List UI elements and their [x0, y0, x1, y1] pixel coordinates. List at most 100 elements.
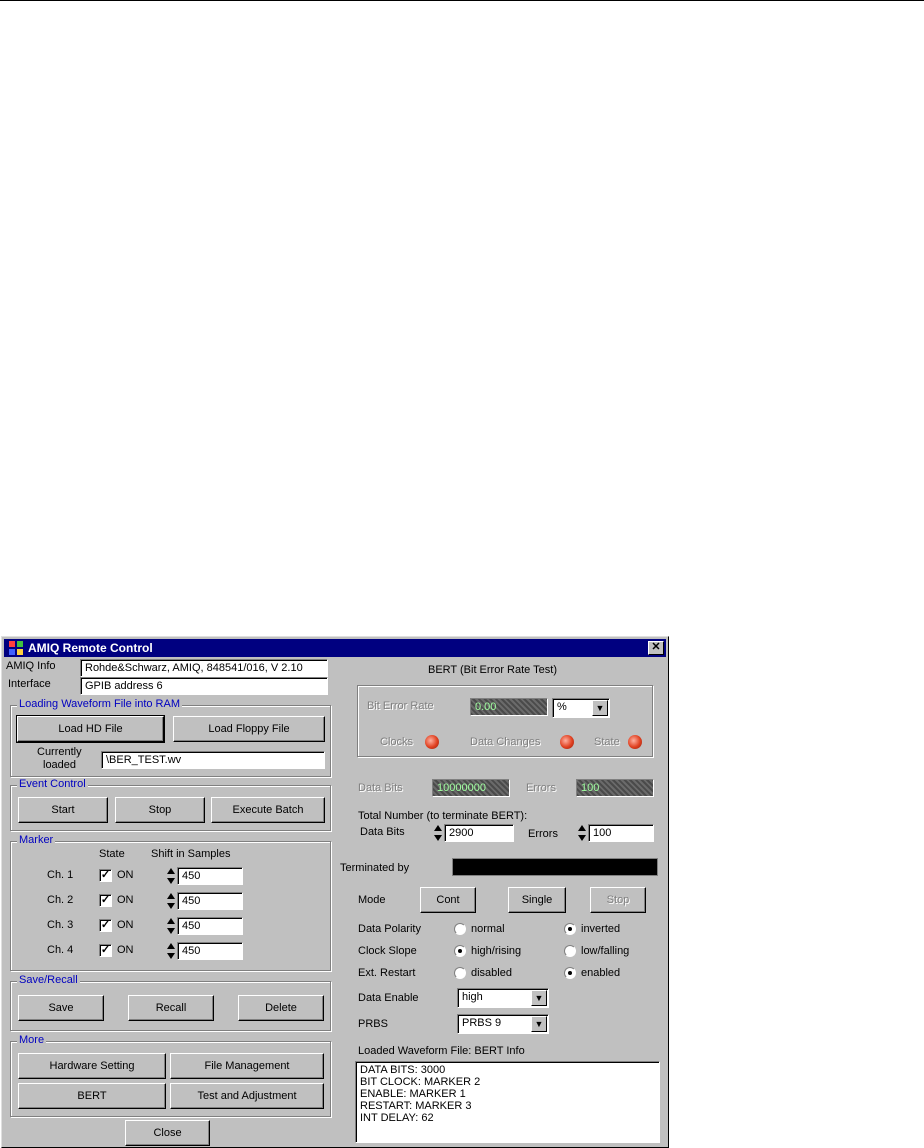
amiq-info-label: AMIQ Info	[6, 660, 56, 672]
restart-disabled-radio[interactable]	[454, 967, 466, 979]
close-button[interactable]: Close	[125, 1120, 210, 1146]
info-line: BIT CLOCK: MARKER 2	[360, 1076, 481, 1088]
currently-loaded-field: \BER_TEST.wv	[101, 751, 325, 769]
state-led-label: State	[594, 736, 620, 748]
title-bar[interactable]: AMIQ Remote Control ✕	[4, 639, 666, 657]
state-column-header: State	[99, 848, 125, 860]
app-icon	[9, 641, 23, 655]
polarity-normal-label: normal	[471, 923, 505, 935]
marker-row-label: Ch. 2	[47, 894, 74, 906]
data-bits-label: Data Bits	[358, 782, 403, 794]
clock-slope-label: Clock Slope	[358, 945, 417, 957]
marker-title: Marker	[17, 834, 56, 847]
restart-enabled-radio[interactable]	[564, 967, 576, 979]
clocks-led-icon	[425, 735, 439, 749]
info-line: INT DELAY: 62	[360, 1112, 434, 1124]
hardware-setting-button[interactable]: Hardware Setting	[18, 1053, 166, 1079]
errors-display: 100	[576, 779, 654, 797]
marker-state-label: ON	[117, 919, 134, 931]
data-bits-display: 10000000	[432, 779, 510, 797]
close-icon[interactable]: ✕	[648, 641, 664, 655]
event-control-group: Event Control Start Stop Execute Batch	[10, 778, 331, 831]
polarity-inverted-label: inverted	[581, 923, 621, 935]
load-hd-file-button[interactable]: Load HD File	[16, 715, 165, 743]
window-title: AMIQ Remote Control	[28, 641, 153, 655]
polarity-normal-radio[interactable]	[454, 923, 466, 935]
marker-ch4-checkbox[interactable]: ✓	[99, 944, 112, 957]
interface-label: Interface	[8, 678, 51, 690]
save-button[interactable]: Save	[18, 995, 104, 1021]
marker-state-label: ON	[117, 894, 134, 906]
marker-ch4-shift-input[interactable]: 450	[177, 942, 243, 960]
currently-label: Currently	[37, 746, 82, 758]
slope-high-rising-radio[interactable]	[454, 945, 466, 957]
terminated-by-indicator	[452, 858, 658, 876]
execute-batch-button[interactable]: Execute Batch	[211, 797, 325, 823]
total-data-bits-input[interactable]: 2900	[444, 824, 514, 842]
chevron-down-icon[interactable]: ▼	[531, 990, 547, 1006]
info-line: RESTART: MARKER 3	[360, 1100, 472, 1112]
bit-error-rate-label: Bit Error Rate	[367, 700, 434, 712]
amiq-info-field: Rohde&Schwarz, AMIQ, 848541/016, V 2.10	[80, 659, 328, 677]
marker-ch1-checkbox[interactable]: ✓	[99, 869, 112, 882]
start-button[interactable]: Start	[18, 797, 108, 823]
marker-ch3-shift-input[interactable]: 450	[177, 917, 243, 935]
amiq-remote-control-window: AMIQ Remote Control ✕ AMIQ Info Rohde&Sc…	[1, 636, 669, 1148]
clocks-label: Clocks	[380, 736, 414, 748]
bit-error-rate-display: 0.00	[470, 698, 548, 716]
prbs-select[interactable]: PRBS 9 ▼	[457, 1014, 549, 1034]
marker-ch3-checkbox[interactable]: ✓	[99, 919, 112, 932]
loading-waveform-group: Loading Waveform File into RAM Load HD F…	[10, 698, 331, 777]
spin-arrows-icon[interactable]	[167, 867, 175, 885]
spin-arrows-icon[interactable]	[434, 824, 442, 842]
bert-title: BERT (Bit Error Rate Test)	[428, 664, 557, 676]
slope-low-falling-label: low/falling	[581, 945, 630, 957]
ext-restart-label: Ext. Restart	[358, 967, 416, 979]
data-changes-led-icon	[560, 735, 574, 749]
prbs-label: PRBS	[358, 1018, 388, 1030]
marker-state-label: ON	[117, 869, 134, 881]
load-floppy-file-button[interactable]: Load Floppy File	[173, 716, 325, 742]
marker-row-label: Ch. 4	[47, 944, 74, 956]
spin-arrows-icon[interactable]	[167, 942, 175, 960]
loaded-info-box: DATA BITS: 3000 BIT CLOCK: MARKER 2 ENAB…	[355, 1061, 660, 1143]
slope-high-rising-label: high/rising	[471, 945, 522, 957]
marker-ch2-shift-input[interactable]: 450	[177, 892, 243, 910]
marker-ch1-shift-input[interactable]: 450	[177, 867, 243, 885]
recall-button[interactable]: Recall	[128, 995, 214, 1021]
event-control-title: Event Control	[17, 778, 88, 791]
bert-button[interactable]: BERT	[18, 1083, 166, 1109]
cont-button[interactable]: Cont	[420, 887, 476, 913]
data-enable-select[interactable]: high ▼	[457, 988, 549, 1008]
marker-row-label: Ch. 1	[47, 869, 74, 881]
spin-arrows-icon[interactable]	[167, 917, 175, 935]
spin-arrows-icon[interactable]	[578, 824, 586, 842]
stop-button[interactable]: Stop	[115, 797, 205, 823]
data-polarity-label: Data Polarity	[358, 923, 421, 935]
total-number-label: Total Number (to terminate BERT):	[358, 810, 528, 822]
chevron-down-icon[interactable]: ▼	[592, 700, 608, 716]
marker-state-label: ON	[117, 944, 134, 956]
total-errors-input[interactable]: 100	[588, 824, 654, 842]
bit-error-rate-unit-select[interactable]: % ▼	[552, 698, 610, 718]
file-management-button[interactable]: File Management	[170, 1053, 324, 1079]
delete-button[interactable]: Delete	[238, 995, 324, 1021]
more-group: More Hardware Setting File Management BE…	[10, 1034, 331, 1117]
data-enable-label: Data Enable	[358, 992, 419, 1004]
save-recall-title: Save/Recall	[17, 974, 80, 987]
marker-ch2-checkbox[interactable]: ✓	[99, 894, 112, 907]
total-data-bits-label: Data Bits	[360, 826, 405, 838]
interface-field: GPIB address 6	[80, 677, 328, 695]
shift-column-header: Shift in Samples	[151, 848, 231, 860]
polarity-inverted-radio[interactable]	[564, 923, 576, 935]
test-and-adjustment-button[interactable]: Test and Adjustment	[170, 1083, 324, 1109]
chevron-down-icon[interactable]: ▼	[531, 1016, 547, 1032]
mode-label: Mode	[358, 894, 386, 906]
loaded-info-label: Loaded Waveform File: BERT Info	[358, 1045, 525, 1057]
single-button[interactable]: Single	[508, 887, 566, 913]
bert-result-group: Bit Error Rate 0.00 % ▼ Clocks Data Chan…	[357, 685, 653, 757]
slope-low-falling-radio[interactable]	[564, 945, 576, 957]
bert-stop-button[interactable]: Stop	[590, 887, 646, 913]
loading-waveform-title: Loading Waveform File into RAM	[17, 698, 182, 711]
spin-arrows-icon[interactable]	[167, 892, 175, 910]
